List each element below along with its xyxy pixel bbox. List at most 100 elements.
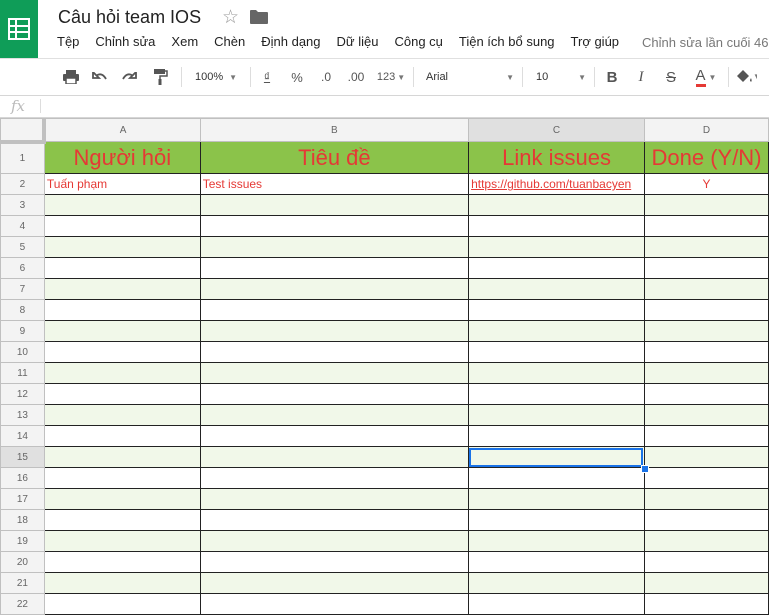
row-header[interactable]: 9 — [0, 320, 45, 342]
row-header[interactable]: 15 — [0, 446, 45, 468]
menu-edit[interactable]: Chỉnh sửa — [87, 34, 163, 52]
cell-c15[interactable] — [468, 446, 646, 468]
cell-b8[interactable] — [199, 299, 470, 321]
cell-c8[interactable] — [468, 299, 646, 321]
zoom-select[interactable]: 100% ▼ — [190, 59, 242, 95]
row-header[interactable]: 13 — [0, 404, 45, 426]
cell-a7[interactable] — [43, 278, 201, 300]
row-header[interactable]: 16 — [0, 467, 45, 489]
cell-b5[interactable] — [199, 236, 470, 258]
cell-a3[interactable] — [43, 194, 201, 216]
row-header[interactable]: 22 — [0, 593, 45, 615]
cell-b6[interactable] — [199, 257, 470, 279]
cell-b4[interactable] — [199, 215, 470, 237]
cell-a21[interactable] — [43, 572, 201, 594]
cell-c17[interactable] — [468, 488, 646, 510]
cell-d13[interactable] — [644, 404, 769, 426]
cell-a20[interactable] — [43, 551, 201, 573]
cell-a6[interactable] — [43, 257, 201, 279]
cell-b14[interactable] — [199, 425, 470, 447]
cell-a19[interactable] — [43, 530, 201, 552]
cell-a12[interactable] — [43, 383, 201, 405]
cell-a17[interactable] — [43, 488, 201, 510]
cell-d12[interactable] — [644, 383, 769, 405]
cell-a5[interactable] — [43, 236, 201, 258]
redo-icon[interactable] — [118, 59, 140, 95]
cell-a14[interactable] — [43, 425, 201, 447]
cell-a13[interactable] — [43, 404, 201, 426]
cell-b21[interactable] — [199, 572, 470, 594]
text-color-button[interactable]: A ▼ — [689, 59, 723, 95]
row-header[interactable]: 6 — [0, 257, 45, 279]
menu-view[interactable]: Xem — [163, 34, 206, 52]
row-header[interactable]: 20 — [0, 551, 45, 573]
row-header[interactable]: 2 — [0, 173, 45, 195]
more-formats-select[interactable]: 123 ▼ — [375, 59, 407, 95]
cell-b11[interactable] — [199, 362, 470, 384]
row-header[interactable]: 10 — [0, 341, 45, 363]
cell-d9[interactable] — [644, 320, 769, 342]
cell-c14[interactable] — [468, 425, 646, 447]
cell-b22[interactable] — [199, 593, 470, 615]
menu-file[interactable]: Tệp — [49, 34, 87, 52]
folder-icon[interactable] — [250, 10, 268, 29]
cell-a4[interactable] — [43, 215, 201, 237]
cell-c3[interactable] — [468, 194, 646, 216]
cell-d14[interactable] — [644, 425, 769, 447]
cell-a2[interactable]: Tuấn phạm — [43, 173, 201, 195]
column-header-c[interactable]: C — [468, 118, 646, 142]
cell-c20[interactable] — [468, 551, 646, 573]
sheets-logo-icon[interactable] — [0, 0, 38, 58]
font-family-select[interactable]: Arial ▼ — [426, 59, 514, 95]
row-header[interactable]: 7 — [0, 278, 45, 300]
cell-d6[interactable] — [644, 257, 769, 279]
cell-d7[interactable] — [644, 278, 769, 300]
cell-a11[interactable] — [43, 362, 201, 384]
cell-c7[interactable] — [468, 278, 646, 300]
cell-d21[interactable] — [644, 572, 769, 594]
column-header-d[interactable]: D — [644, 118, 769, 142]
row-header[interactable]: 4 — [0, 215, 45, 237]
cell-a16[interactable] — [43, 467, 201, 489]
cell-c18[interactable] — [468, 509, 646, 531]
menu-data[interactable]: Dữ liệu — [329, 34, 387, 52]
cell-b20[interactable] — [199, 551, 470, 573]
fill-color-icon[interactable]: ▼ — [735, 59, 769, 95]
row-header[interactable]: 3 — [0, 194, 45, 216]
cell-b13[interactable] — [199, 404, 470, 426]
cell-a22[interactable] — [43, 593, 201, 615]
row-header[interactable]: 19 — [0, 530, 45, 552]
cell-c2[interactable]: https://github.com/tuanbacyen — [468, 173, 646, 195]
cell-c13[interactable] — [468, 404, 646, 426]
print-icon[interactable] — [60, 59, 82, 95]
cell-b3[interactable] — [199, 194, 470, 216]
row-header[interactable]: 17 — [0, 488, 45, 510]
cell-c5[interactable] — [468, 236, 646, 258]
row-header[interactable]: 18 — [0, 509, 45, 531]
cell-b19[interactable] — [199, 530, 470, 552]
document-title[interactable]: Câu hỏi team IOS — [58, 7, 201, 28]
cell-c12[interactable] — [468, 383, 646, 405]
cell-c4[interactable] — [468, 215, 646, 237]
cell-d2[interactable]: Y — [644, 173, 769, 195]
undo-icon[interactable] — [89, 59, 111, 95]
cell-a1[interactable]: Người hỏi — [43, 141, 201, 174]
cell-d15[interactable] — [644, 446, 769, 468]
cell-b10[interactable] — [199, 341, 470, 363]
row-header[interactable]: 12 — [0, 383, 45, 405]
cell-d17[interactable] — [644, 488, 769, 510]
cell-d18[interactable] — [644, 509, 769, 531]
decrease-decimal-button[interactable]: .0 — [316, 59, 336, 95]
cell-b17[interactable] — [199, 488, 470, 510]
cell-a10[interactable] — [43, 341, 201, 363]
percent-format-button[interactable]: % — [288, 59, 306, 95]
menu-tools[interactable]: Công cụ — [386, 34, 450, 52]
strikethrough-button[interactable]: S — [662, 59, 680, 95]
cell-c6[interactable] — [468, 257, 646, 279]
row-header[interactable]: 5 — [0, 236, 45, 258]
cell-d16[interactable] — [644, 467, 769, 489]
row-header[interactable]: 11 — [0, 362, 45, 384]
cell-b7[interactable] — [199, 278, 470, 300]
cell-d1[interactable]: Done (Y/N) — [644, 141, 769, 174]
cell-a8[interactable] — [43, 299, 201, 321]
